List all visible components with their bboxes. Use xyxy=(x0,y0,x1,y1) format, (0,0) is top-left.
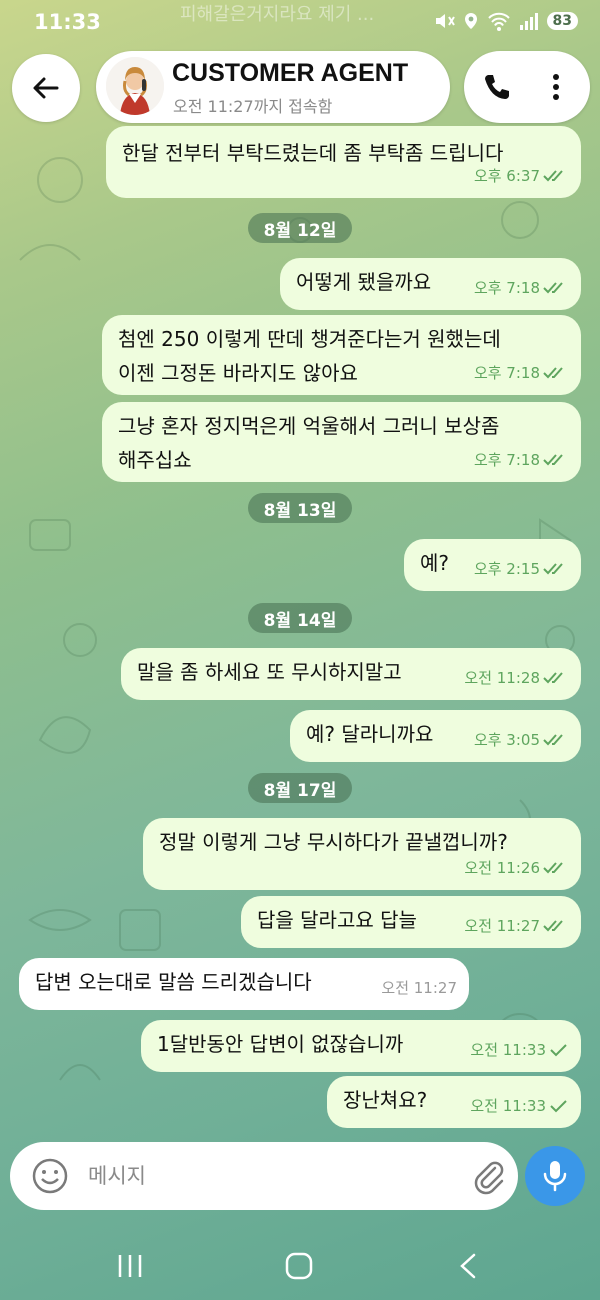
wifi-icon xyxy=(487,12,510,31)
message-bubble[interactable]: 한달 전부터 부탁드렸는데 좀 부탁좀 드립니다 오후 6:37 xyxy=(106,126,581,198)
location-icon xyxy=(464,13,477,29)
message-bubble[interactable]: 어떻게 됐을까요 오후 7:18 xyxy=(280,258,581,310)
attach-button[interactable] xyxy=(468,1156,508,1196)
back-arrow-icon xyxy=(33,77,59,99)
message-text: 답변 오는대로 말씀 드리겠습니다 xyxy=(35,970,312,994)
message-text: 예? xyxy=(420,551,450,575)
message-bubble[interactable]: 첨엔 250 이렇게 딴데 챙겨준다는거 원했는데 이젠 그정돈 바라지도 않아… xyxy=(102,315,581,395)
signal-icon xyxy=(519,13,538,30)
header-actions xyxy=(464,51,590,123)
double-check-icon xyxy=(543,367,563,379)
message-time: 오후 7:18 xyxy=(473,279,540,297)
message-composer xyxy=(10,1142,518,1210)
message-time: 오전 11:33 xyxy=(470,1041,546,1059)
last-seen-status: 오전 11:27까지 접속함 xyxy=(173,97,333,116)
message-bubble[interactable]: 답을 달라고요 답늘 오전 11:27 xyxy=(241,896,581,948)
message-meta: 오후 7:18 xyxy=(474,356,569,390)
chat-title: CUSTOMER AGENT xyxy=(172,59,409,87)
single-check-icon xyxy=(550,1100,567,1113)
chat-header[interactable]: CUSTOMER AGENT 오전 11:27까지 접속함 xyxy=(96,51,450,123)
message-bubble[interactable]: 그냥 혼자 정지먹은게 억울해서 그러니 보상좀 해주십쇼 오후 7:18 xyxy=(102,402,581,482)
message-meta: 오후 7:18 xyxy=(474,271,569,305)
message-time: 오후 3:05 xyxy=(473,731,540,749)
message-text: 그냥 혼자 정지먹은게 억울해서 그러니 보상좀 해주십쇼 xyxy=(118,414,500,472)
back-nav-icon xyxy=(460,1253,476,1279)
message-text: 답을 달라고요 답늘 xyxy=(257,908,417,932)
home-icon xyxy=(285,1252,313,1280)
single-check-icon xyxy=(550,1044,567,1057)
message-bubble[interactable]: 장난쳐요? 오전 11:33 xyxy=(327,1076,581,1128)
message-text: 어떻게 됐을까요 xyxy=(296,270,432,294)
message-text: 장난쳐요? xyxy=(343,1088,428,1112)
system-back-button[interactable] xyxy=(448,1248,488,1284)
message-bubble[interactable]: 말을 좀 하세요 또 무시하지말고 오전 11:28 xyxy=(121,648,581,700)
message-meta: 오전 11:26 xyxy=(464,851,569,885)
message-time: 오전 11:27 xyxy=(381,979,457,997)
status-time: 11:33 xyxy=(34,10,101,34)
message-text: 첨엔 250 이렇게 딴데 챙겨준다는거 원했는데 이젠 그정돈 바라지도 않아… xyxy=(118,327,501,385)
phone-icon xyxy=(485,75,509,99)
double-check-icon xyxy=(543,454,563,466)
message-text: 정말 이렇게 그냥 무시하다가 끝낼껍니까? xyxy=(159,830,508,854)
message-meta: 오후 3:05 xyxy=(474,723,569,757)
message-text: 한달 전부터 부탁드렸는데 좀 부탁좀 드립니다 xyxy=(122,141,504,165)
status-icons: 83 xyxy=(433,11,578,31)
message-text: 1달반동안 답변이 없잖습니까 xyxy=(157,1032,404,1056)
recents-icon xyxy=(118,1255,142,1277)
more-menu-button[interactable] xyxy=(542,69,570,105)
call-button[interactable] xyxy=(478,69,514,105)
double-check-icon xyxy=(543,170,563,182)
message-meta: 오후 6:37 xyxy=(474,159,569,193)
system-navigation-bar xyxy=(0,1232,600,1300)
paperclip-icon xyxy=(474,1161,504,1195)
message-bubble[interactable]: 1달반동안 답변이 없잖습니까 오전 11:33 xyxy=(141,1020,581,1072)
double-check-icon xyxy=(543,734,563,746)
message-input[interactable] xyxy=(88,1156,458,1196)
message-time: 오후 7:18 xyxy=(473,364,540,382)
message-meta: 오후 7:18 xyxy=(474,443,569,477)
avatar[interactable] xyxy=(106,57,164,115)
message-time: 오전 11:33 xyxy=(470,1097,546,1115)
double-check-icon xyxy=(543,920,563,932)
agent-avatar-image xyxy=(106,57,164,115)
message-time: 오전 11:26 xyxy=(464,859,540,877)
message-text: 말을 좀 하세요 또 무시하지말고 xyxy=(137,660,402,684)
back-button[interactable] xyxy=(12,54,80,122)
date-separator: 8월 12일 xyxy=(248,213,352,243)
microphone-icon xyxy=(543,1161,567,1192)
message-bubble[interactable]: 답변 오는대로 말씀 드리겠습니다 오전 11:27 xyxy=(19,958,469,1010)
message-time: 오전 11:27 xyxy=(464,917,540,935)
previous-message-preview: 피해갈은거지라요 제기 ... xyxy=(180,4,375,25)
battery-indicator: 83 xyxy=(546,12,578,30)
more-vertical-icon xyxy=(553,74,559,100)
emoji-icon xyxy=(32,1158,68,1194)
voice-record-button[interactable] xyxy=(525,1146,585,1206)
message-bubble[interactable]: 정말 이렇게 그냥 무시하다가 끝낼껍니까? 오전 11:26 xyxy=(143,818,581,890)
date-separator: 8월 17일 xyxy=(248,773,352,803)
message-time: 오후 7:18 xyxy=(473,451,540,469)
mute-vibrate-icon xyxy=(435,14,455,28)
double-check-icon xyxy=(543,672,563,684)
message-meta: 오전 11:27 xyxy=(464,909,569,943)
emoji-button[interactable] xyxy=(30,1156,70,1196)
double-check-icon xyxy=(543,282,563,294)
message-text: 예? 달라니까요 xyxy=(306,722,434,746)
message-time: 오후 6:37 xyxy=(473,167,540,185)
message-meta: 오전 11:28 xyxy=(464,661,569,695)
home-button[interactable] xyxy=(279,1248,319,1284)
message-meta: 오후 2:15 xyxy=(474,552,569,586)
date-separator: 8월 13일 xyxy=(248,493,352,523)
message-meta: 오전 11:27 xyxy=(381,971,457,1005)
message-meta: 오전 11:33 xyxy=(470,1089,569,1123)
message-time: 오전 11:28 xyxy=(464,669,540,687)
double-check-icon xyxy=(543,862,563,874)
message-meta: 오전 11:33 xyxy=(470,1033,569,1067)
message-time: 오후 2:15 xyxy=(473,560,540,578)
message-bubble[interactable]: 예? 오후 2:15 xyxy=(404,539,581,591)
double-check-icon xyxy=(543,563,563,575)
message-bubble[interactable]: 예? 달라니까요 오후 3:05 xyxy=(290,710,581,762)
recents-button[interactable] xyxy=(110,1248,150,1284)
date-separator: 8월 14일 xyxy=(248,603,352,633)
